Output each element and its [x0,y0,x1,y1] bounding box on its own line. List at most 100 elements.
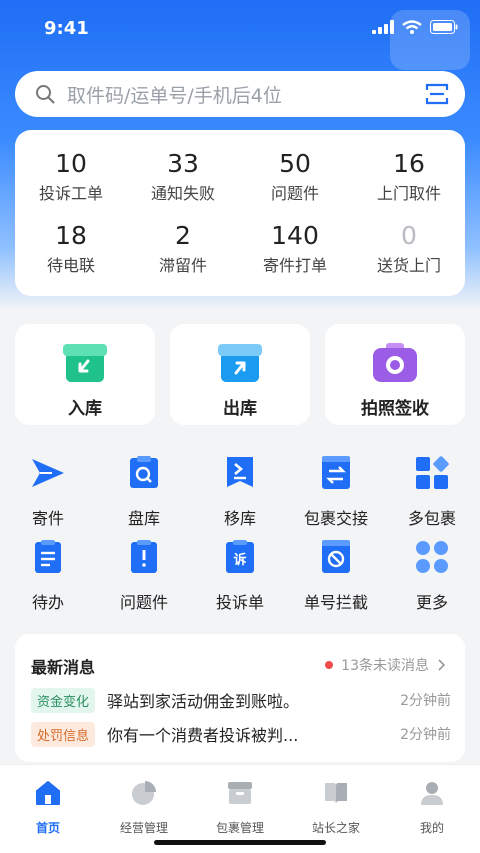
complaint-icon: 诉 [226,540,254,573]
search-placeholder: 取件码/运单号/手机后4位 [67,84,282,107]
outbound-box-icon [218,344,262,382]
scan-icon[interactable] [425,82,449,106]
grid-label: 更多 [415,593,448,612]
stat-home-delivery[interactable]: 0 送货上门 [353,220,465,276]
problem-icon [131,540,157,573]
send-icon [32,459,64,487]
stat-door-pickup[interactable]: 16 上门取件 [353,148,465,204]
svg-text:诉: 诉 [233,552,246,568]
main-actions: 入库 出库 拍照签收 [15,324,465,425]
chevron-right-icon [438,659,446,671]
card-label: 入库 [68,399,102,419]
tab-home[interactable]: 首页 [0,779,96,836]
stat-value: 0 [401,221,417,250]
user-icon [421,782,443,805]
outbound-button[interactable]: 出库 [170,324,310,425]
stat-label: 待电联 [46,256,95,275]
tab-label: 我的 [419,821,444,835]
news-time: 2分钟前 [400,727,451,743]
news-text: 驿站到家活动佣金到账啦。 [107,692,300,711]
grid-label: 待办 [31,593,64,612]
news-item[interactable]: 资金变化 驿站到家活动佣金到账啦。 2分钟前 [31,687,451,713]
news-panel: 最新消息 13条未读消息 资金变化 驿站到家活动佣金到账啦。 2分钟前 处罚信息… [15,634,465,762]
inbound-box-icon [63,344,107,382]
grid-label: 盘库 [127,509,160,528]
stat-send-print[interactable]: 140 寄件打单 [239,220,351,276]
unread-count: 13条未读消息 [341,658,429,674]
tab-mine[interactable]: 我的 [384,779,480,836]
tab-packages[interactable]: 包裹管理 [192,779,288,836]
tab-label: 包裹管理 [215,821,264,835]
grid-item-problem[interactable]: 问题件 [96,539,192,613]
news-tag: 处罚信息 [31,721,96,747]
stat-label: 滞留件 [158,256,207,275]
grid-item-intercept[interactable]: 单号拦截 [288,539,384,613]
grid-label: 多包裹 [407,509,456,528]
grid-item-move[interactable]: 移库 [192,455,288,529]
tab-label: 经营管理 [119,821,168,835]
move-icon [227,457,253,487]
status-time: 9:41 [44,18,89,39]
tab-station-home[interactable]: 站长之家 [288,779,384,836]
news-text: 你有一个消费者投诉被判... [107,726,299,745]
stat-value: 16 [393,149,425,178]
grid-item-todo[interactable]: 待办 [0,539,96,613]
home-indicator [154,840,326,845]
grid-item-more[interactable]: 更多 [384,539,480,613]
stat-pending-call[interactable]: 18 待电联 [15,220,127,276]
news-time: 2分钟前 [400,693,451,709]
stat-value: 18 [55,221,87,250]
card-label: 拍照签收 [361,399,429,419]
grid-item-handover[interactable]: 包裹交接 [288,455,384,529]
stat-label: 投诉工单 [38,184,103,203]
stat-value: 33 [167,149,199,178]
tab-label: 首页 [35,821,60,835]
book-icon [325,783,347,804]
stat-stranded-items[interactable]: 2 滞留件 [127,220,239,276]
search-input[interactable]: 取件码/运单号/手机后4位 [15,71,465,117]
stat-label: 问题件 [270,184,319,203]
unread-dot [325,661,334,669]
grid-label: 单号拦截 [303,593,368,612]
more-icon [416,541,448,573]
pie-chart-icon [132,781,156,805]
signal-icon [372,20,394,34]
stat-label: 寄件打单 [262,256,327,275]
stat-value: 50 [279,149,311,178]
grid-label: 包裹交接 [303,509,368,528]
stats-panel: 10 投诉工单 33 通知失败 50 问题件 16 上门取件 18 待电联 2 … [15,130,465,296]
news-item[interactable]: 处罚信息 你有一个消费者投诉被判... 2分钟前 [31,721,451,747]
stat-value: 10 [55,149,87,178]
stat-value: 2 [175,221,191,250]
home-icon [36,781,60,805]
search-icon [36,85,55,104]
grid-label: 问题件 [119,593,168,612]
inbound-button[interactable]: 入库 [15,324,155,425]
multi-package-icon [416,456,449,489]
grid-item-inventory[interactable]: 盘库 [96,455,192,529]
intercept-icon [322,540,350,573]
grid-item-multi-package[interactable]: 多包裹 [384,455,480,529]
grid-label: 移库 [223,509,256,528]
stat-label: 通知失败 [150,184,215,203]
stat-value: 140 [271,221,319,250]
news-tag: 资金变化 [31,687,96,713]
stat-label: 送货上门 [376,256,441,275]
grid-item-complaint[interactable]: 诉 投诉单 [192,539,288,613]
status-bar: 9:41 [0,16,480,44]
tab-label: 站长之家 [311,821,360,835]
unread-link[interactable]: 13条未读消息 [325,655,449,675]
handover-icon [322,456,350,489]
package-icon [228,782,252,804]
tab-business[interactable]: 经营管理 [96,779,192,836]
grid-item-send[interactable]: 寄件 [0,455,96,529]
photo-sign-button[interactable]: 拍照签收 [325,324,465,425]
stat-notify-failed[interactable]: 33 通知失败 [127,148,239,204]
battery-icon [430,20,458,34]
inventory-icon [130,456,158,488]
card-label: 出库 [223,399,257,419]
stat-complaint-orders[interactable]: 10 投诉工单 [15,148,127,204]
news-title: 最新消息 [31,658,96,677]
stat-problem-items[interactable]: 50 问题件 [239,148,351,204]
grid-label: 投诉单 [215,593,264,612]
